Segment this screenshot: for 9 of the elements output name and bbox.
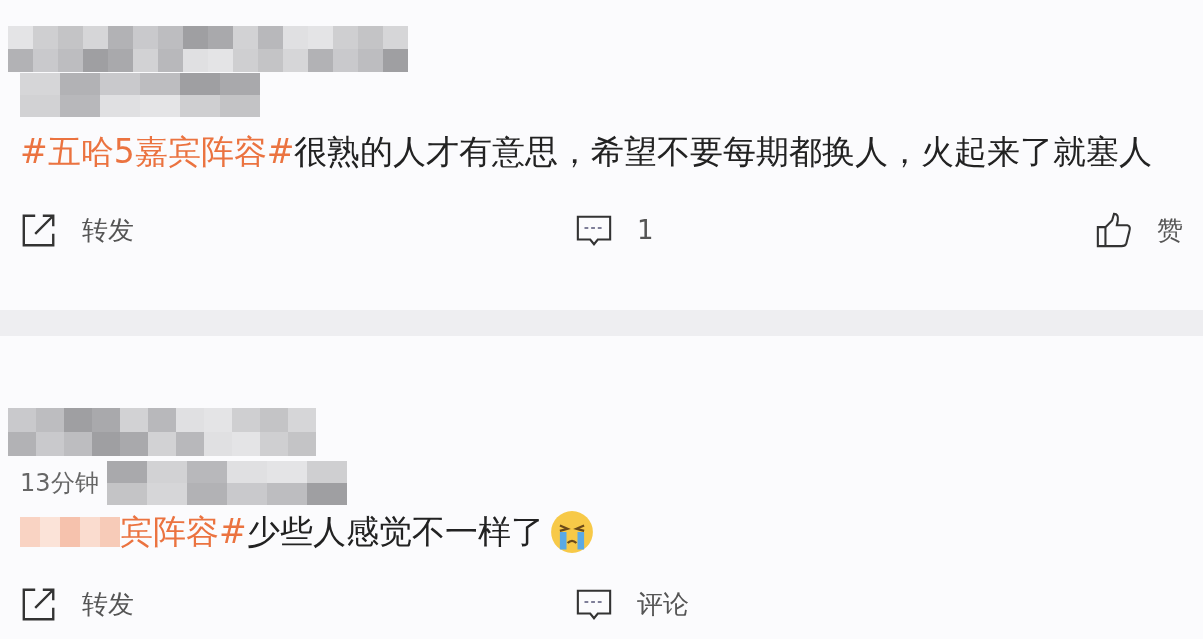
comment-count[interactable]: 1 (637, 215, 654, 245)
repost-button[interactable]: 转发 (82, 212, 134, 248)
comment-count[interactable]: 评论 (637, 586, 689, 622)
post-text: 少些人感觉不一样了 (246, 510, 544, 553)
like-button[interactable]: 赞 (1157, 212, 1183, 248)
post-text: 很熟的人才有意思，希望不要每期都换人，火起来了就塞人 (294, 130, 1153, 173)
post-time: 13分钟 (20, 468, 99, 499)
repost-button[interactable]: 转发 (82, 586, 134, 622)
thumbs-up-icon[interactable] (1095, 211, 1133, 249)
